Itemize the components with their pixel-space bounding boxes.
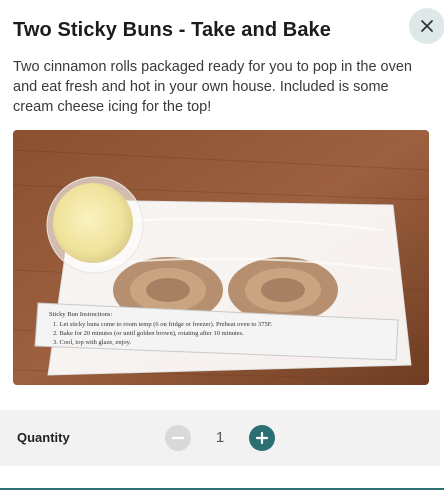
product-image: Sticky Bun Instructions: 1. Let sticky b… bbox=[13, 130, 429, 385]
increase-quantity-button[interactable] bbox=[249, 425, 275, 451]
quantity-label: Quantity bbox=[17, 430, 70, 445]
product-description: Two cinnamon rolls packaged ready for yo… bbox=[13, 59, 412, 115]
label-line-1: 1. Let sticky buns come to room temp (6 … bbox=[53, 321, 273, 328]
label-line-0: Sticky Bun Instructions: bbox=[49, 311, 112, 318]
quantity-bar: Quantity 1 bbox=[0, 410, 440, 466]
product-modal: Two Sticky Buns - Take and Bake Two cinn… bbox=[0, 0, 444, 491]
plus-icon bbox=[255, 431, 269, 445]
product-title: Two Sticky Buns - Take and Bake bbox=[13, 19, 332, 41]
close-icon bbox=[421, 20, 433, 32]
label-line-3: 3. Cool, top with glaze, enjoy. bbox=[53, 339, 131, 346]
close-button[interactable] bbox=[409, 8, 444, 44]
quantity-value: 1 bbox=[215, 429, 225, 446]
label-line-2: 2. Bake for 20 minutes (or until golden … bbox=[53, 330, 244, 337]
bottom-divider bbox=[0, 488, 444, 490]
minus-icon bbox=[171, 436, 185, 440]
decrease-quantity-button[interactable] bbox=[165, 425, 191, 451]
